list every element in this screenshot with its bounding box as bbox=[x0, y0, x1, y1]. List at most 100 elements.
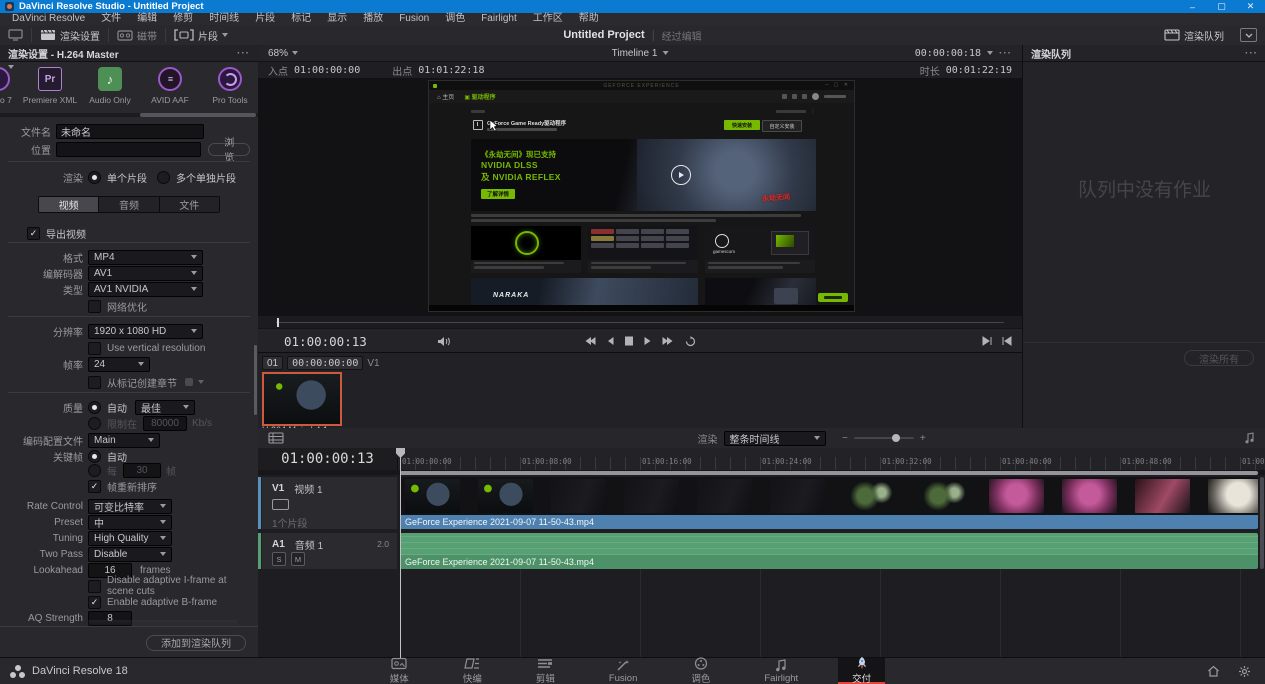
page-tab-edit[interactable]: 剪辑 bbox=[522, 658, 569, 684]
video-clip[interactable]: GeForce Experience 2021-09-07 11-50-43.m… bbox=[400, 477, 1258, 529]
render-queue-toggle-button[interactable]: 渲染队列 bbox=[1156, 28, 1232, 43]
zoom-out-button[interactable]: − bbox=[842, 433, 848, 444]
menu-item-davinci-resolve[interactable]: DaVinci Resolve bbox=[4, 13, 93, 25]
render-multiple-radio[interactable] bbox=[157, 171, 170, 184]
play-button[interactable] bbox=[644, 336, 652, 346]
disable-iframe-checkbox[interactable] bbox=[88, 580, 101, 593]
preset-scrollbar[interactable] bbox=[0, 113, 258, 117]
tab-file[interactable]: 文件 bbox=[160, 197, 219, 212]
menu-item-3[interactable]: 修剪 bbox=[165, 13, 201, 25]
bitrate-input[interactable]: 80000 bbox=[143, 416, 187, 431]
preset-dropdown[interactable]: 中 bbox=[88, 515, 172, 530]
close-button[interactable]: ✕ bbox=[1236, 0, 1265, 13]
project-settings-button[interactable] bbox=[1238, 665, 1251, 678]
video-viewer[interactable]: GEFORCE EXPERIENCE – ▢ ✕ ⌂ 主页 ▣ 驱动程序 bbox=[258, 78, 1022, 316]
panel-options-button[interactable]: ··· bbox=[237, 48, 250, 59]
preset-tile-audio-only[interactable]: ♪Audio Only bbox=[80, 62, 140, 112]
zoom-in-button[interactable]: + bbox=[920, 433, 926, 444]
timeline-vertical-scrollbar[interactable] bbox=[1260, 477, 1264, 569]
viewer-zoom-dropdown[interactable]: 68% bbox=[268, 48, 298, 59]
maximize-button[interactable]: ▢ bbox=[1207, 0, 1236, 13]
menu-item-10[interactable]: 调色 bbox=[437, 13, 473, 25]
quality-limit-radio[interactable] bbox=[88, 417, 101, 430]
viewer-scrubber[interactable] bbox=[258, 316, 1022, 328]
audio-mixer-button[interactable] bbox=[1245, 432, 1255, 444]
play-around-out-button[interactable] bbox=[1002, 336, 1012, 346]
page-tab-deliver[interactable]: 交付 bbox=[838, 658, 885, 684]
menu-item-11[interactable]: Fairlight bbox=[473, 13, 525, 25]
enable-bframe-checkbox[interactable] bbox=[88, 596, 101, 609]
remote-monitor-button[interactable] bbox=[0, 25, 31, 45]
tab-audio[interactable]: 音频 bbox=[99, 197, 159, 212]
timeline-scrollbar-thumb[interactable] bbox=[400, 471, 1258, 475]
type-dropdown[interactable]: AV1 NVIDIA bbox=[88, 282, 203, 297]
network-opt-checkbox[interactable] bbox=[88, 300, 101, 313]
tape-button[interactable]: 磁带 bbox=[109, 25, 165, 45]
menu-item-5[interactable]: 片段 bbox=[247, 13, 283, 25]
mute-button[interactable]: M bbox=[291, 552, 305, 566]
page-tab-fairlight[interactable]: Fairlight bbox=[750, 658, 812, 684]
solo-button[interactable]: S bbox=[272, 552, 286, 566]
timeline-selector-dropdown[interactable]: Timeline 1 bbox=[612, 48, 669, 59]
clip-mode-button[interactable]: 片段 bbox=[166, 25, 236, 45]
two-pass-dropdown[interactable]: Disable bbox=[88, 547, 172, 562]
step-back-button[interactable] bbox=[607, 336, 615, 346]
render-range-dropdown[interactable]: 整条时间线 bbox=[724, 431, 826, 446]
menu-item-8[interactable]: 播放 bbox=[355, 13, 391, 25]
timeline-ruler[interactable]: 01:00:00:13 01:00:00:0001:00:08:0001:00:… bbox=[258, 448, 1265, 470]
page-tab-fusion[interactable]: Fusion bbox=[595, 658, 652, 684]
vertical-res-checkbox[interactable] bbox=[88, 342, 101, 355]
export-video-checkbox[interactable] bbox=[27, 227, 40, 240]
filename-input[interactable]: 未命名 bbox=[56, 124, 204, 139]
profile-dropdown[interactable]: Main bbox=[88, 433, 160, 448]
render-clip-thumbnail[interactable] bbox=[262, 372, 342, 426]
menu-item-6[interactable]: 标记 bbox=[283, 13, 319, 25]
format-dropdown[interactable]: MP4 bbox=[88, 250, 203, 265]
menu-item-12[interactable]: 工作区 bbox=[525, 13, 571, 25]
page-tab-media[interactable]: 媒体 bbox=[376, 658, 423, 684]
go-to-end-button[interactable] bbox=[662, 336, 675, 346]
keyframes-auto-radio[interactable] bbox=[88, 450, 101, 463]
panel-visibility-toggle[interactable] bbox=[1240, 28, 1257, 42]
reorder-checkbox[interactable] bbox=[88, 480, 101, 493]
audio-clip[interactable]: GeForce Experience 2021-09-07 11-50-43.m… bbox=[400, 533, 1258, 569]
viewer-options-button[interactable]: ··· bbox=[999, 48, 1012, 59]
preset-tile-pro-tools[interactable]: Pro Tools bbox=[200, 62, 258, 112]
audio-mute-button[interactable] bbox=[437, 336, 451, 347]
marker-color-swatch[interactable] bbox=[185, 378, 193, 386]
preset-tile-avid-aaf[interactable]: ≡AVID AAF bbox=[140, 62, 200, 112]
go-to-start-button[interactable] bbox=[584, 336, 597, 346]
keyframe-interval-input[interactable]: 30 bbox=[123, 463, 161, 478]
render-settings-button[interactable]: 渲染设置 bbox=[32, 25, 108, 45]
stop-button[interactable] bbox=[625, 336, 634, 346]
tab-video[interactable]: 视频 bbox=[39, 197, 99, 212]
menu-item-1[interactable]: 文件 bbox=[93, 13, 129, 25]
menu-item-7[interactable]: 显示 bbox=[319, 13, 355, 25]
location-input[interactable] bbox=[56, 142, 201, 157]
menu-item-9[interactable]: Fusion bbox=[391, 13, 437, 25]
chevron-down-icon[interactable] bbox=[987, 51, 993, 55]
chapters-checkbox[interactable] bbox=[88, 376, 101, 389]
quality-auto-radio[interactable] bbox=[88, 401, 101, 414]
resolution-dropdown[interactable]: 1920 x 1080 HD bbox=[88, 324, 203, 339]
framerate-dropdown[interactable]: 24 bbox=[88, 357, 150, 372]
preset-tile-premiere-xml[interactable]: PrPremiere XML bbox=[20, 62, 80, 112]
menu-item-2[interactable]: 编辑 bbox=[129, 13, 165, 25]
quality-auto-dropdown[interactable]: 最佳 bbox=[135, 400, 195, 415]
timeline-zoom-slider[interactable] bbox=[854, 437, 914, 439]
minimize-button[interactable]: – bbox=[1178, 0, 1207, 13]
chevron-down-icon[interactable] bbox=[198, 380, 204, 384]
settings-scrollbar[interactable] bbox=[254, 345, 257, 415]
audio-track-header[interactable]: A1 音频 1 2.0 S M bbox=[262, 533, 397, 569]
codec-dropdown[interactable]: AV1 bbox=[88, 266, 203, 281]
page-tab-cut[interactable]: 快编 bbox=[449, 658, 496, 684]
scrubber-playhead[interactable] bbox=[277, 318, 279, 327]
video-track-header[interactable]: V1 视频 1 1个片段 bbox=[262, 477, 397, 529]
render-queue-options-button[interactable]: ··· bbox=[1245, 48, 1258, 59]
timeline-playhead[interactable] bbox=[400, 448, 401, 658]
play-around-in-button[interactable] bbox=[982, 336, 992, 346]
menu-item-13[interactable]: 帮助 bbox=[571, 13, 607, 25]
render-all-button[interactable]: 渲染所有 bbox=[1184, 350, 1254, 366]
loop-button[interactable] bbox=[685, 336, 697, 347]
add-to-render-queue-button[interactable]: 添加到渲染队列 bbox=[146, 635, 246, 651]
